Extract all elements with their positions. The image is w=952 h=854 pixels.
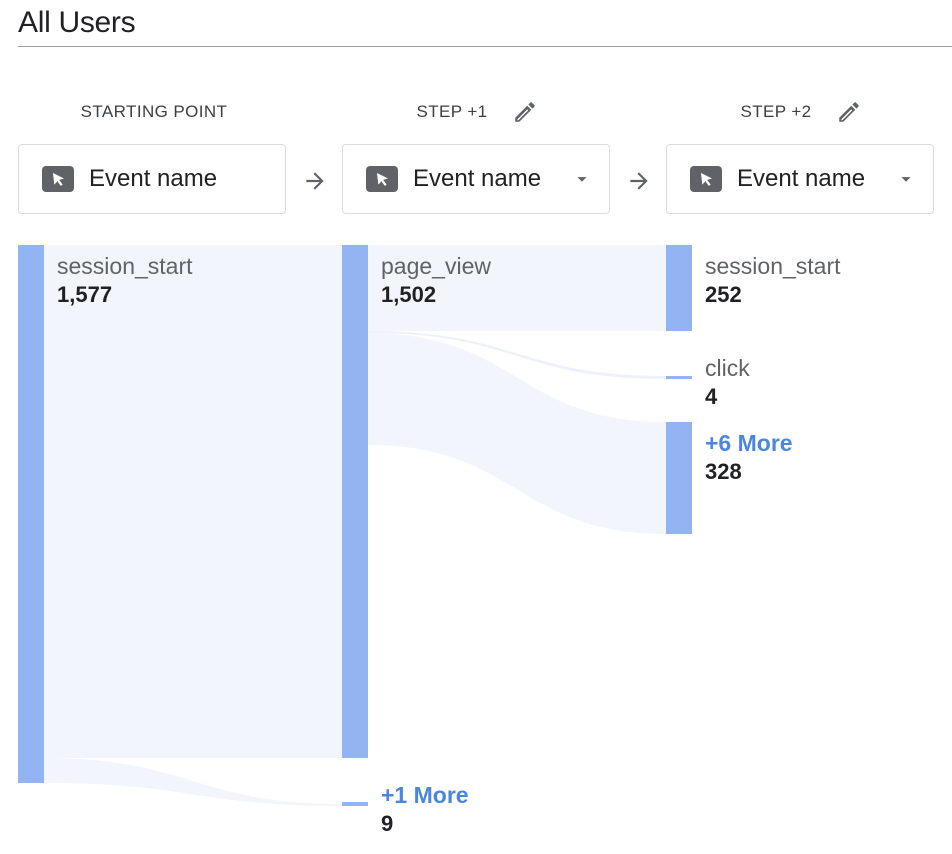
flow-band-page-view-to-more bbox=[368, 333, 666, 534]
node-label-session-start[interactable]: session_start bbox=[57, 252, 193, 280]
node-value-step2-click: 4 bbox=[705, 384, 718, 409]
node-label-step1-more[interactable]: +1 More bbox=[381, 781, 469, 809]
flow-band-session-start-to-page-view bbox=[44, 245, 342, 758]
node-bar-step2-session-start[interactable] bbox=[666, 245, 692, 331]
node-bar-step2-more[interactable] bbox=[666, 422, 692, 534]
node-bar-step1-more[interactable] bbox=[342, 802, 368, 806]
flow-band-session-start-to-more bbox=[44, 758, 342, 806]
path-exploration-flow bbox=[18, 245, 692, 806]
node-value-page-view: 1,502 bbox=[381, 282, 437, 307]
node-value-session-start: 1,577 bbox=[57, 282, 113, 307]
node-bar-page-view[interactable] bbox=[342, 245, 368, 758]
node-label-page-view[interactable]: page_view bbox=[381, 252, 491, 280]
node-value-step2-session-start: 252 bbox=[705, 282, 742, 307]
node-value-step1-more: 9 bbox=[381, 811, 394, 836]
node-label-step2-session-start[interactable]: session_start bbox=[705, 252, 841, 280]
node-label-step2-more[interactable]: +6 More bbox=[705, 429, 793, 457]
node-bar-step2-click[interactable] bbox=[666, 376, 692, 379]
node-value-step2-more: 328 bbox=[705, 459, 742, 484]
node-label-step2-click[interactable]: click bbox=[705, 354, 750, 382]
node-bar-session-start[interactable] bbox=[18, 245, 44, 783]
